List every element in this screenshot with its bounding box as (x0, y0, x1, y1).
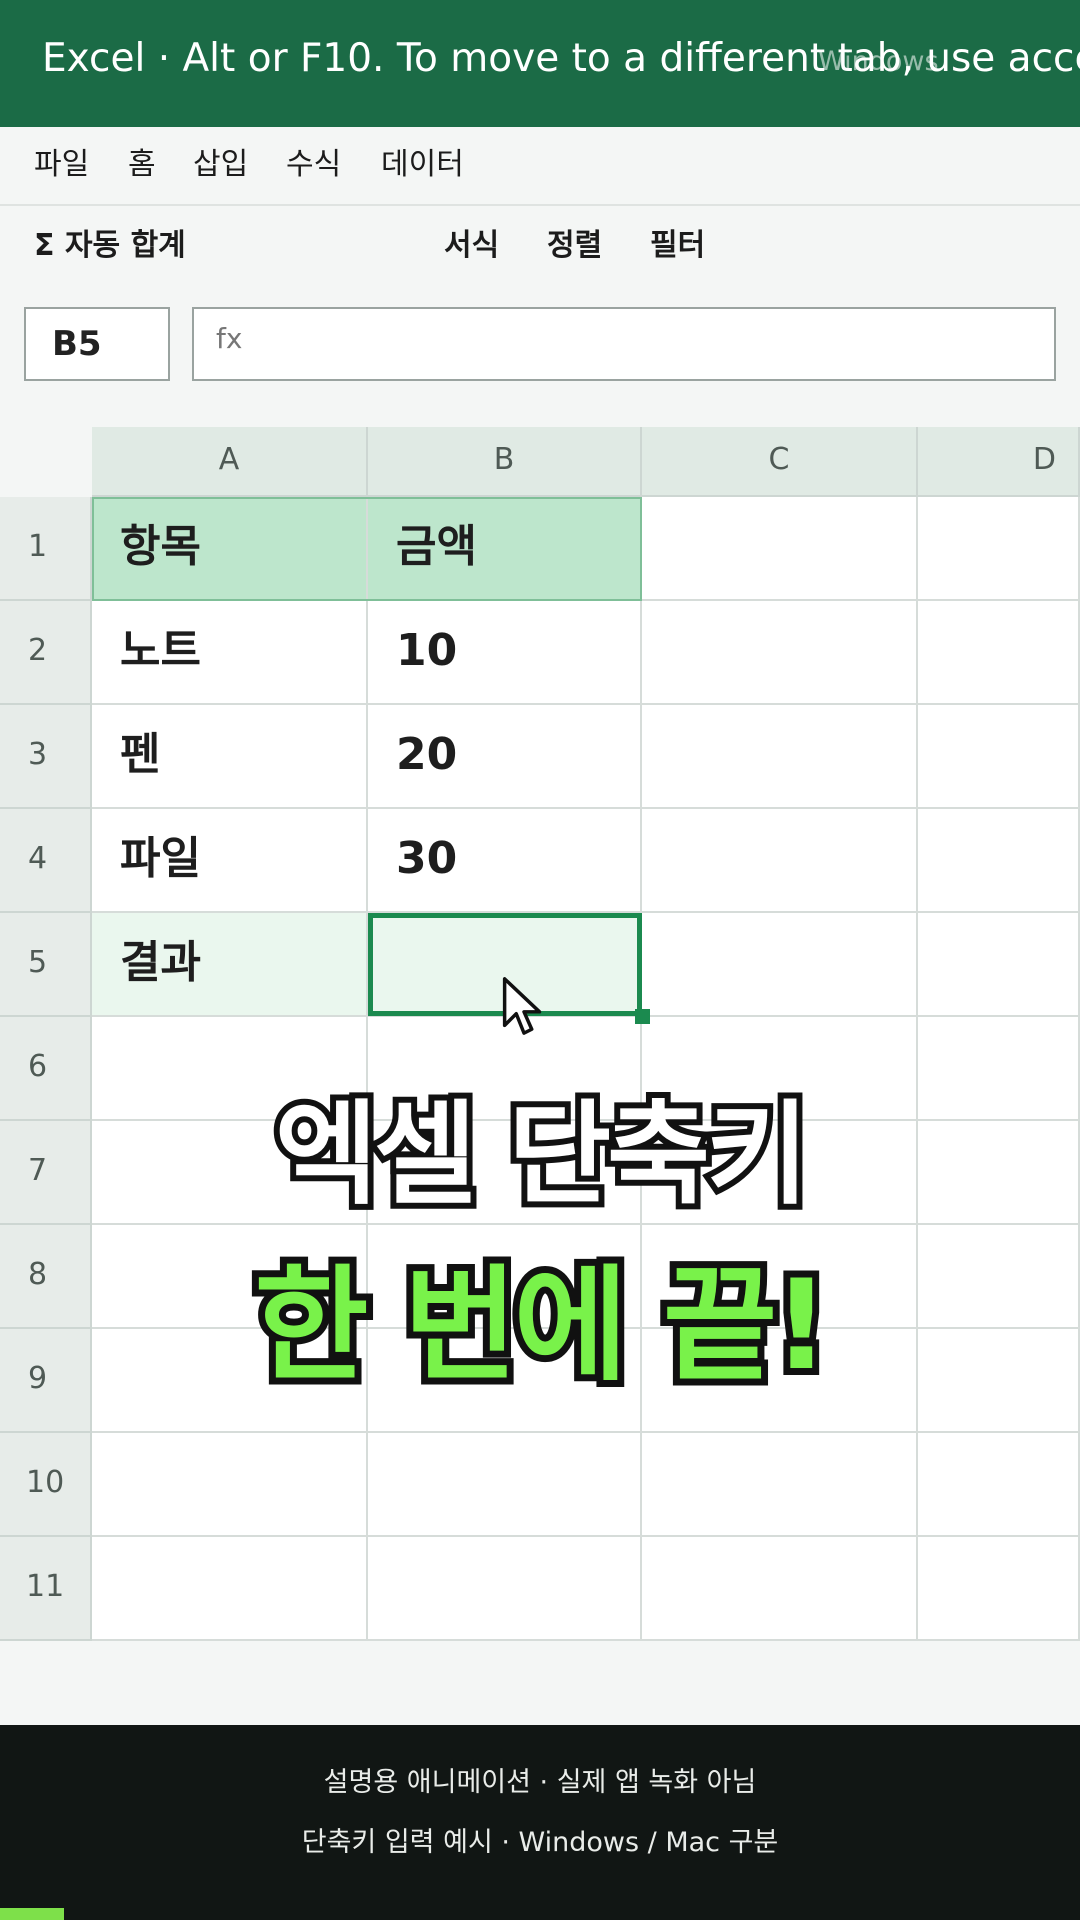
caption-line-2: 한 번에 끝! (247, 1249, 836, 1403)
cell-d2[interactable] (918, 601, 1080, 705)
cell-d5[interactable] (918, 913, 1080, 1017)
row-header-3[interactable]: 3 (0, 705, 92, 809)
cell-b2[interactable]: 10 (368, 601, 642, 705)
cell-a11[interactable] (92, 1537, 368, 1641)
row-header-4[interactable]: 4 (0, 809, 92, 913)
footer-note-2: 단축키 입력 예시 · Windows / Mac 구분 (301, 1827, 779, 1858)
row-header-11[interactable]: 11 (0, 1537, 92, 1641)
caption-line-1: 엑셀 단축키 (269, 1084, 815, 1226)
tab-home[interactable]: 홈 (128, 145, 156, 185)
tab-formulas[interactable]: 수식 (286, 145, 341, 185)
cell-a1[interactable]: 항목 (92, 497, 368, 601)
cell-a3[interactable]: 펜 (92, 705, 368, 809)
column-header-b[interactable]: B (368, 427, 642, 497)
footer-note-1: 설명용 애니메이션 · 실제 앱 녹화 아님 (323, 1767, 757, 1798)
name-box-value: B5 (52, 324, 102, 364)
select-all-corner[interactable] (0, 427, 92, 497)
cell-b11[interactable] (368, 1537, 642, 1641)
cell-d10[interactable] (918, 1433, 1080, 1537)
row-header-5[interactable]: 5 (0, 913, 92, 1017)
mouse-pointer-icon (502, 977, 542, 1035)
name-box[interactable]: B5 (24, 307, 170, 381)
cell-d4[interactable] (918, 809, 1080, 913)
tab-file[interactable]: 파일 (34, 145, 89, 185)
column-header-a[interactable]: A (92, 427, 368, 497)
tab-data[interactable]: 데이터 (381, 145, 464, 185)
cell-c5[interactable] (642, 913, 918, 1017)
cell-b4[interactable]: 30 (368, 809, 642, 913)
tab-insert[interactable]: 삽입 (193, 145, 248, 185)
cell-b10[interactable] (368, 1433, 642, 1537)
cell-c11[interactable] (642, 1537, 918, 1641)
cell-c2[interactable] (642, 601, 918, 705)
fill-handle[interactable] (635, 1009, 650, 1024)
cell-c1[interactable] (642, 497, 918, 601)
column-header-d[interactable]: D (918, 427, 1080, 497)
row-header-2[interactable]: 2 (0, 601, 92, 705)
footer: 설명용 애니메이션 · 실제 앱 녹화 아님 단축키 입력 예시 · Windo… (0, 1725, 1080, 1920)
cell-c3[interactable] (642, 705, 918, 809)
filter-button[interactable]: 필터 (650, 226, 705, 266)
fx-label: fx (216, 322, 243, 355)
window-title-overlay: Windows (818, 46, 939, 77)
autosum-button[interactable]: Σ 자동 합계 (34, 226, 186, 266)
cell-a5[interactable]: 결과 (92, 913, 368, 1017)
title-bar: Excel · Alt or F10. To move to a differe… (0, 0, 1080, 127)
cell-d3[interactable] (918, 705, 1080, 809)
cell-d11[interactable] (918, 1537, 1080, 1641)
column-header-c[interactable]: C (642, 427, 918, 497)
formula-bar[interactable]: fx (192, 307, 1056, 381)
cell-a10[interactable] (92, 1433, 368, 1537)
cell-d1[interactable] (918, 497, 1080, 601)
format-button[interactable]: 서식 (444, 226, 499, 266)
cell-c10[interactable] (642, 1433, 918, 1537)
cell-b1[interactable]: 금액 (368, 497, 642, 601)
sort-button[interactable]: 정렬 (547, 226, 602, 266)
cell-a4[interactable]: 파일 (92, 809, 368, 913)
cell-c4[interactable] (642, 809, 918, 913)
row-header-10[interactable]: 10 (0, 1433, 92, 1537)
ribbon: Σ 자동 합계 서식 정렬 필터 (0, 206, 1080, 290)
cell-a2[interactable]: 노트 (92, 601, 368, 705)
menu-bar: 파일 홈 삽입 수식 데이터 (0, 127, 1080, 206)
progress-accent (0, 1908, 64, 1920)
row-header-1[interactable]: 1 (0, 497, 92, 601)
cell-b3[interactable]: 20 (368, 705, 642, 809)
